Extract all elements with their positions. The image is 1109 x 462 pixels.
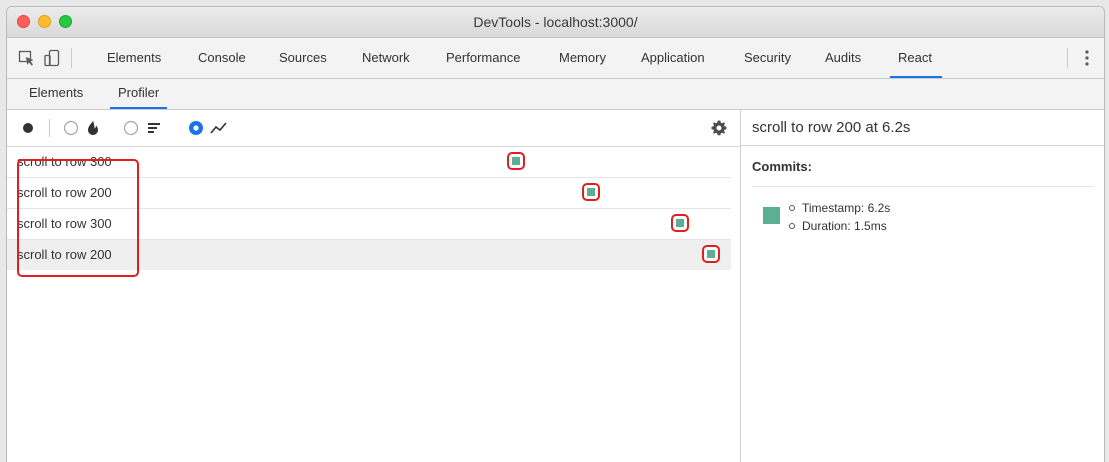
interaction-details-title: scroll to row 200 at 6.2s bbox=[741, 110, 1104, 146]
toolbar-divider bbox=[71, 48, 72, 68]
commits-heading: Commits: bbox=[752, 159, 812, 174]
interaction-row-selected[interactable]: scroll to row 200 bbox=[7, 240, 731, 270]
tab-network[interactable]: Network bbox=[362, 38, 410, 78]
profiler-panel: scroll to row 300 scroll to row 200 scro… bbox=[7, 110, 741, 462]
tab-security[interactable]: Security bbox=[744, 38, 791, 78]
interaction-label: scroll to row 200 bbox=[17, 247, 112, 262]
interaction-label: scroll to row 300 bbox=[17, 154, 112, 169]
toolbar-divider bbox=[49, 119, 50, 137]
tab-memory[interactable]: Memory bbox=[559, 38, 606, 78]
commit-marker[interactable] bbox=[702, 245, 720, 263]
commit-swatch[interactable] bbox=[763, 207, 780, 224]
react-sub-tab-bar: Elements Profiler bbox=[7, 79, 1104, 110]
bullet-icon bbox=[789, 204, 795, 211]
commit-square bbox=[707, 250, 715, 258]
profiler-toolbar bbox=[7, 110, 740, 147]
subtab-profiler[interactable]: Profiler bbox=[109, 79, 168, 109]
record-dot-icon[interactable] bbox=[21, 119, 35, 137]
toolbar-divider bbox=[1067, 48, 1068, 68]
commit-timestamp-text: Timestamp: 6.2s bbox=[802, 201, 891, 215]
title-bar: DevTools - localhost:3000/ bbox=[7, 7, 1104, 38]
commit-square bbox=[587, 188, 595, 196]
interaction-label: scroll to row 200 bbox=[17, 185, 112, 200]
interaction-label: scroll to row 300 bbox=[17, 216, 112, 231]
tab-elements[interactable]: Elements bbox=[107, 38, 161, 78]
commit-duration-text: Duration: 1.5ms bbox=[802, 219, 887, 233]
interaction-row[interactable]: scroll to row 200 bbox=[7, 178, 731, 209]
device-toolbar-icon[interactable] bbox=[43, 49, 61, 67]
tab-performance[interactable]: Performance bbox=[446, 38, 520, 78]
interactions-list: scroll to row 300 scroll to row 200 scro… bbox=[7, 147, 731, 270]
commit-marker[interactable] bbox=[671, 214, 689, 232]
tab-console[interactable]: Console bbox=[198, 38, 246, 78]
gear-icon[interactable] bbox=[710, 119, 728, 137]
main-tab-bar: Elements Console Sources Network Perform… bbox=[7, 38, 1104, 79]
interaction-row[interactable]: scroll to row 300 bbox=[7, 147, 731, 178]
interactions-view-toggle[interactable] bbox=[187, 119, 231, 137]
commit-square bbox=[512, 157, 520, 165]
commit-marker[interactable] bbox=[582, 183, 600, 201]
inspect-element-icon[interactable] bbox=[18, 49, 36, 67]
more-options-icon[interactable] bbox=[1084, 49, 1090, 67]
devtools-window: DevTools - localhost:3000/ Elements Cons… bbox=[6, 6, 1105, 462]
bullet-icon bbox=[789, 222, 795, 229]
tab-sources[interactable]: Sources bbox=[279, 38, 327, 78]
interaction-details-panel: scroll to row 200 at 6.2s Commits: Times… bbox=[741, 110, 1104, 462]
commit-timestamp: Timestamp: 6.2s bbox=[789, 201, 890, 215]
ranked-view-toggle[interactable] bbox=[122, 119, 166, 137]
interaction-row[interactable]: scroll to row 300 bbox=[7, 209, 731, 240]
flamegraph-view-toggle[interactable] bbox=[62, 119, 106, 137]
subtab-elements[interactable]: Elements bbox=[29, 79, 83, 109]
tab-audits[interactable]: Audits bbox=[825, 38, 861, 78]
commit-square bbox=[676, 219, 684, 227]
window-title: DevTools - localhost:3000/ bbox=[473, 14, 638, 30]
commit-marker[interactable] bbox=[507, 152, 525, 170]
commit-duration: Duration: 1.5ms bbox=[789, 219, 887, 233]
tab-react[interactable]: React bbox=[890, 38, 942, 78]
divider bbox=[752, 186, 1094, 187]
tab-application[interactable]: Application bbox=[641, 38, 705, 78]
